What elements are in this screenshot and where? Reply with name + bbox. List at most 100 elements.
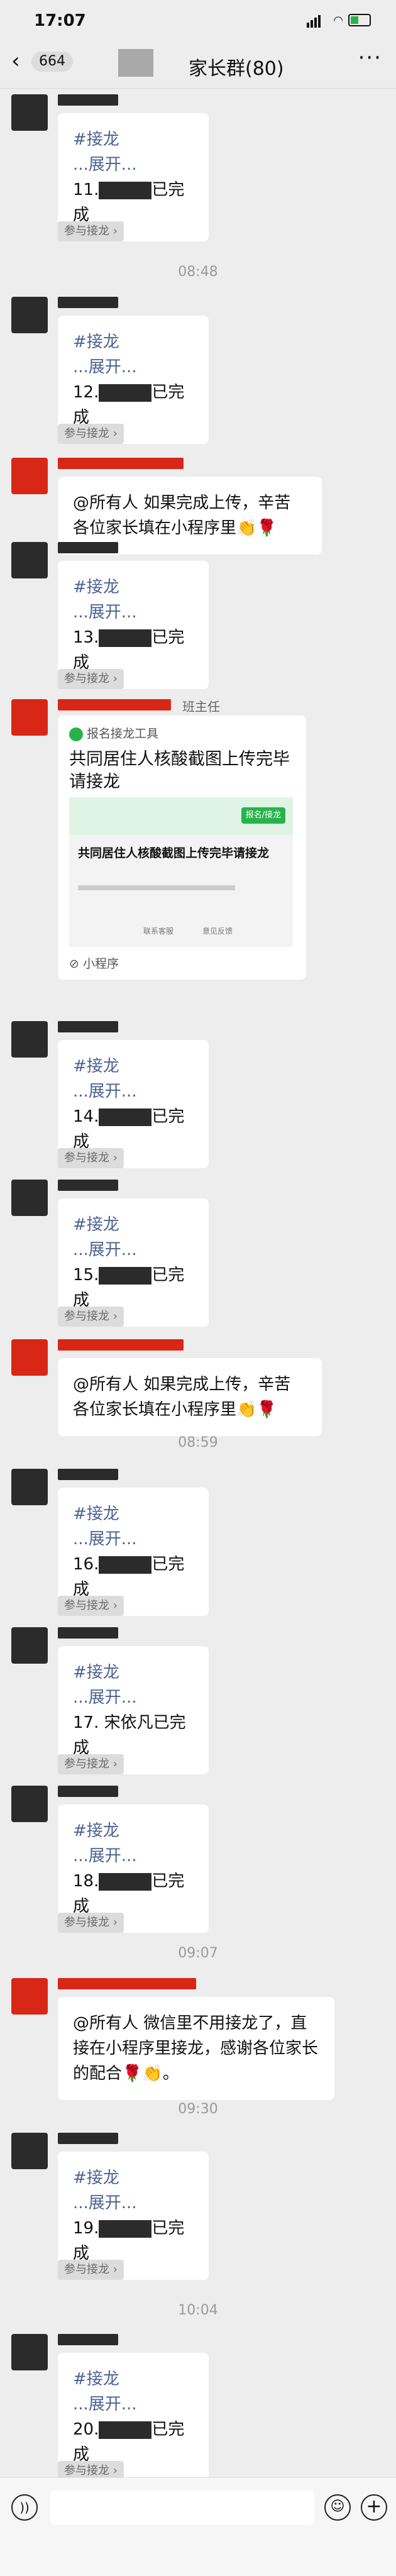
hashtag-label: #接龙 [73, 333, 119, 351]
expand-label[interactable]: ...展开... [73, 1237, 194, 1263]
preview-meta [78, 885, 235, 890]
avatar[interactable] [11, 94, 48, 131]
mini-title: 共同居住人核酸截图上传完毕请接龙 [69, 749, 290, 792]
mini-app-header: 报名接龙工具 [69, 724, 158, 741]
hashtag-label: #接龙 [73, 130, 119, 149]
entry-line: 15. 已完成 [73, 1266, 185, 1310]
sender-name [58, 1627, 118, 1639]
chat-title: 家长群(80) [189, 58, 284, 80]
expand-label[interactable]: ...展开... [73, 355, 194, 380]
message-bubble[interactable]: @所有人 如果完成上传，辛苦各位家长填在小程序里👏🌹 [58, 1358, 322, 1436]
join-button[interactable]: 参与接龙 › [58, 1913, 124, 1933]
avatar[interactable] [11, 297, 48, 333]
entry-line: 12. 已完成 [73, 383, 185, 427]
entry-line: 19. 已完成 [73, 2219, 185, 2263]
battery-icon [348, 14, 371, 26]
plus-icon[interactable]: + [361, 2494, 387, 2521]
redacted-name [99, 2219, 152, 2238]
sender-name [58, 542, 118, 553]
expand-label[interactable]: ...展开... [73, 600, 194, 625]
redacted-name [99, 1872, 152, 1891]
signal-icon [307, 15, 322, 28]
sender-name [58, 1978, 196, 1989]
timestamp: 09:30 [178, 2101, 218, 2117]
emoji-icon[interactable]: ☺ [324, 2494, 351, 2521]
avatar[interactable] [11, 2334, 48, 2370]
sender-name [58, 2133, 118, 2144]
avatar[interactable] [11, 2133, 48, 2169]
join-button[interactable]: 参与接龙 › [58, 1307, 124, 1327]
avatar[interactable] [11, 1339, 48, 1376]
preview-link-service: 联系客服 [143, 927, 174, 936]
redacted-name [99, 1266, 152, 1285]
sender-name [58, 1021, 118, 1032]
message-bubble[interactable]: @所有人 微信里不用接龙了，直接在小程序里接龙，感谢各位家长的配合🌹👏。 [58, 1997, 334, 2100]
avatar[interactable] [11, 1978, 48, 2015]
entry-line: 13. 已完成 [73, 628, 185, 672]
expand-label[interactable]: ...展开... [73, 2392, 194, 2417]
status-bar: 17:07 ◠ [0, 0, 396, 38]
join-button[interactable]: 参与接龙 › [58, 424, 124, 444]
hashtag-label: #接龙 [73, 1821, 119, 1840]
join-button[interactable]: 参与接龙 › [58, 669, 124, 689]
expand-label[interactable]: ...展开... [73, 1079, 194, 1104]
avatar[interactable] [11, 1021, 48, 1058]
hashtag-label: #接龙 [73, 1663, 119, 1682]
join-button[interactable]: 参与接龙 › [58, 1754, 124, 1774]
avatar[interactable] [11, 699, 48, 736]
avatar[interactable] [11, 1627, 48, 1664]
redacted-name [99, 2421, 152, 2439]
hashtag-label: #接龙 [73, 1057, 119, 1076]
sender-name [58, 297, 118, 308]
entry-line: 14. 已完成 [73, 1107, 185, 1151]
message-input[interactable] [50, 2490, 314, 2524]
voice-icon[interactable]: )) [11, 2494, 38, 2521]
redacted-name [99, 1556, 152, 1574]
timestamp: 09:07 [178, 1945, 218, 1961]
back-chevron-icon[interactable]: ‹ [11, 50, 20, 72]
mini-program-card[interactable]: 报名接龙工具 共同居住人核酸截图上传完毕请接龙 报名/接龙 共同居住人核酸截图上… [58, 716, 306, 980]
more-icon[interactable]: ··· [358, 45, 382, 70]
redacted-name [99, 1108, 152, 1126]
redacted-name [99, 181, 152, 199]
entry-line: 18. 已完成 [73, 1872, 185, 1916]
avatar[interactable] [11, 1180, 48, 1216]
expand-label[interactable]: ...展开... [73, 2191, 194, 2216]
preview-header: 报名/接龙 [69, 797, 293, 835]
avatar[interactable] [11, 1469, 48, 1505]
unread-count-badge[interactable]: 664 [31, 52, 73, 72]
hashtag-label: #接龙 [73, 1505, 119, 1523]
wifi-icon: ◠ [333, 14, 343, 27]
sender-name [58, 94, 118, 106]
preview-link-feedback: 意见反馈 [202, 927, 233, 936]
timestamp: 08:48 [178, 264, 218, 280]
join-button[interactable]: 参与接龙 › [58, 2260, 124, 2280]
join-button[interactable]: 参与接龙 › [58, 1148, 124, 1168]
hashtag-label: #接龙 [73, 1215, 119, 1234]
avatar[interactable] [11, 458, 48, 494]
expand-label[interactable]: ...展开... [73, 1527, 194, 1552]
preview-title: 共同居住人核酸截图上传完毕请接龙 [78, 846, 270, 860]
owner-tag: 班主任 [182, 699, 220, 714]
input-bar: )) ☺ + [0, 2477, 396, 2576]
avatar[interactable] [11, 1786, 48, 1822]
hashtag-label: #接龙 [73, 2169, 119, 2187]
entry-line: 17. 宋依凡已完成 [73, 1713, 186, 1757]
expand-label[interactable]: ...展开... [73, 1685, 194, 1710]
sender-name [58, 1786, 118, 1797]
hashtag-label: #接龙 [73, 578, 119, 597]
expand-label[interactable]: ...展开... [73, 152, 194, 177]
hashtag-label: #接龙 [73, 2370, 119, 2389]
join-button[interactable]: 参与接龙 › [58, 1596, 124, 1616]
timestamp: 10:04 [178, 2302, 218, 2318]
group-avatar[interactable] [118, 49, 153, 77]
entry-line: 16. 已完成 [73, 1555, 185, 1599]
sender-name [58, 699, 171, 710]
entry-name: 宋依凡 [104, 1713, 153, 1732]
join-button[interactable]: 参与接龙 › [58, 221, 124, 241]
status-time: 17:07 [34, 11, 86, 30]
expand-label[interactable]: ...展开... [73, 1844, 194, 1869]
mini-footer: ⊘ 小程序 [69, 957, 119, 971]
redacted-name [99, 629, 152, 647]
avatar[interactable] [11, 542, 48, 578]
